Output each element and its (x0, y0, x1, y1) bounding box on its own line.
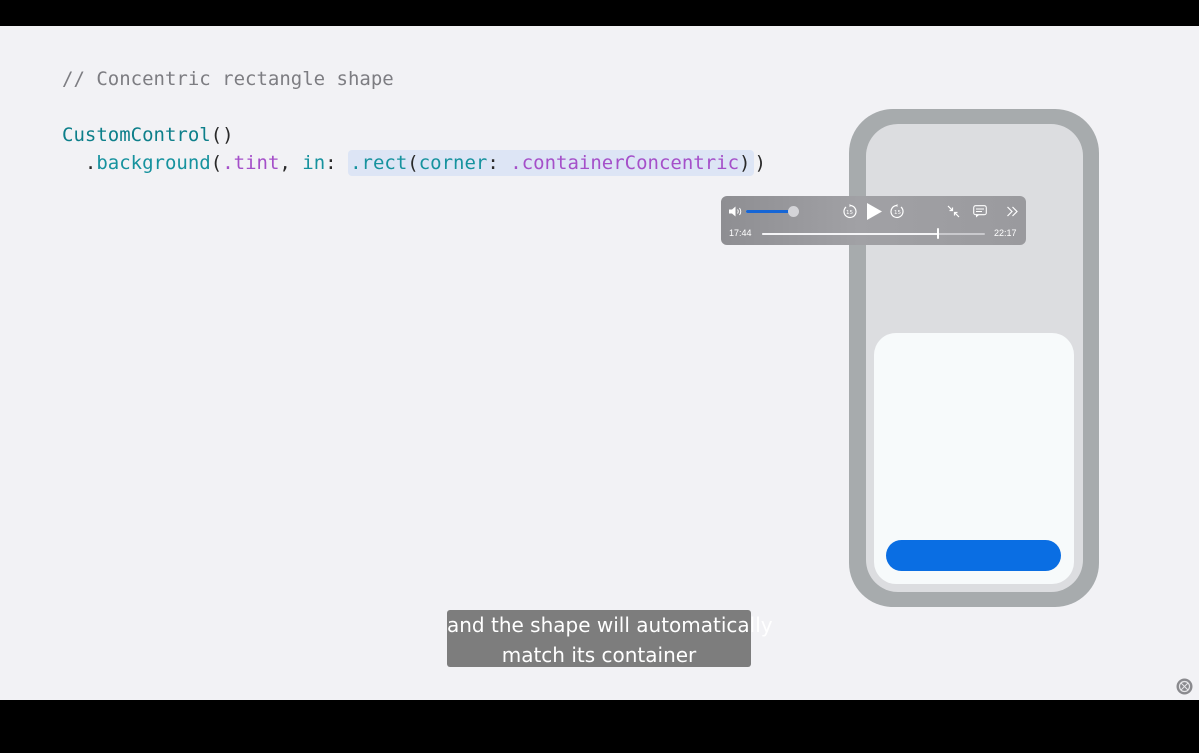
more-icon[interactable] (1006, 205, 1019, 218)
code-comment: // Concentric rectangle shape (62, 68, 394, 90)
code-comma: , (279, 152, 303, 174)
scrubber-handle[interactable] (937, 228, 940, 239)
exit-fullscreen-icon[interactable] (947, 205, 960, 218)
total-time: 22:17 (994, 228, 1017, 238)
volume-icon[interactable] (729, 206, 743, 217)
skip-forward-15-icon[interactable]: 15 (890, 204, 905, 219)
video-player-controls: 15 15 17:44 22:17 (721, 196, 1026, 245)
code-corner-colon: : (487, 152, 511, 174)
subtitle-line-2: match its container (501, 643, 697, 667)
code-label-corner: corner (418, 152, 488, 174)
subtitle-caption: and the shape will automatically match i… (447, 610, 773, 667)
code-label-in: in (302, 152, 326, 174)
code-open-paren: ( (210, 152, 223, 174)
code-method-rect: .rect (350, 152, 408, 174)
code-member-tint: .tint (222, 152, 280, 174)
play-icon[interactable] (865, 202, 883, 221)
letterbox-top (0, 0, 1199, 26)
letterbox-bottom (0, 700, 1199, 753)
code-method-background: background (96, 152, 211, 174)
volume-fill (746, 210, 794, 213)
skip-back-seconds: 15 (846, 210, 853, 216)
skip-forward-seconds: 15 (894, 210, 901, 216)
player-settings-icon[interactable] (1176, 678, 1193, 695)
code-type-name: CustomControl (62, 124, 211, 146)
code-member-container-concentric: .containerConcentric (510, 152, 740, 174)
skip-back-15-icon[interactable]: 15 (842, 204, 857, 219)
code-rect-close-paren: ) (739, 152, 751, 174)
elapsed-time: 17:44 (729, 228, 752, 238)
code-close-paren: ) (754, 152, 766, 174)
code-line-background: .background(.tint, in: .rect(corner: .co… (62, 149, 766, 177)
code-line-custom-control: CustomControl() (62, 121, 234, 149)
sheet-action-button[interactable] (886, 540, 1061, 571)
code-parens: () (210, 124, 234, 146)
code-colon: : (325, 152, 349, 174)
subtitle-line-1: and the shape will automatically (447, 613, 773, 637)
volume-slider-knob[interactable] (788, 206, 800, 217)
captions-icon[interactable] (973, 205, 987, 218)
code-rect-open-paren: ( (407, 152, 419, 174)
code-dot: . (84, 152, 97, 174)
scrubber-progress (762, 233, 939, 235)
slide: // Concentric rectangle shape CustomCont… (0, 26, 1199, 700)
code-highlight-rect: .rect(corner: .containerConcentric) (348, 150, 755, 176)
